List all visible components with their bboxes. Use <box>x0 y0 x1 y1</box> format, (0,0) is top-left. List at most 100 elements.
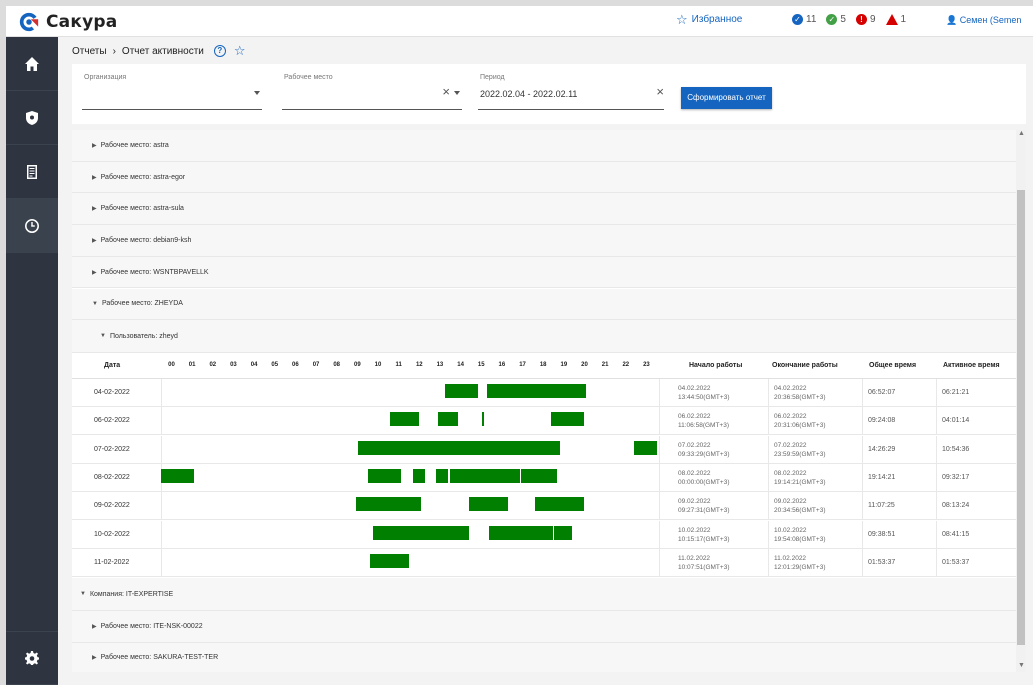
top-bar: Сакура ☆ Избранное ✓ 11 ✓ 5 ! 9 1 👤 Семе… <box>6 6 1033 37</box>
activity-bar[interactable] <box>450 468 521 483</box>
end-date: 04.02.2022 <box>774 385 807 392</box>
workstation-group-row[interactable]: ▼ Рабочее место: ZHEYDA <box>72 288 1016 321</box>
chevron-down-icon[interactable] <box>454 91 460 95</box>
end-date: 07.02.2022 <box>774 441 807 449</box>
help-icon[interactable]: ? <box>213 45 226 57</box>
start-date: 04.02.2022 <box>678 385 711 392</box>
sidebar-item-settings[interactable] <box>6 631 58 685</box>
column-divider <box>936 520 937 549</box>
workstation-group-row[interactable]: ▶ Рабочее место: debian9-ksh <box>72 225 1016 257</box>
activity-bar[interactable] <box>482 412 484 427</box>
app-name: Сакура <box>46 12 118 32</box>
activity-bar[interactable] <box>437 412 459 427</box>
column-divider <box>768 407 769 436</box>
workstation-select[interactable]: Рабочее место × <box>282 74 462 110</box>
user-group-row[interactable]: ▼ Пользователь: zheyd <box>72 320 1016 353</box>
favorites-link[interactable]: ☆ Избранное <box>676 13 742 26</box>
scroll-down-icon[interactable]: ▼ <box>1018 662 1025 669</box>
column-divider <box>936 407 937 436</box>
hour-header: 09 <box>354 362 361 368</box>
activity-bar[interactable] <box>487 384 587 398</box>
report-content: ▶ Рабочее место: astra ▶ Рабочее место: ast… <box>72 130 1026 672</box>
company-group-row[interactable]: ▼ Компания: IT-EXPERTISE <box>72 578 1016 611</box>
workstation-group-row[interactable]: ▶ Рабочее место: SAKURA-TEST-TER <box>72 642 1016 672</box>
end-time: 19:14:21(GMT+3) <box>774 478 826 486</box>
header-date: Дата <box>104 362 121 369</box>
activity-bar[interactable] <box>161 468 195 483</box>
column-divider <box>936 492 937 521</box>
activity-bar[interactable] <box>356 497 422 512</box>
column-divider <box>862 379 863 407</box>
column-divider <box>862 435 863 464</box>
activity-bar[interactable] <box>534 497 585 512</box>
period-input[interactable]: Период 2022.02.04 - 2022.02.11 × <box>478 74 664 110</box>
counter-red[interactable]: ! 9 <box>855 14 876 25</box>
workstation-group-row[interactable]: ▶ Рабочее место: ITE-NSK-00022 <box>72 611 1016 643</box>
user-menu[interactable]: 👤 Семен (Semen <box>946 15 1021 26</box>
activity-bar[interactable] <box>390 412 420 427</box>
workstation-group-row[interactable]: ▶ Рабочее место: WSNTBPAVELLK <box>72 256 1016 289</box>
logo[interactable]: Сакура <box>18 10 117 34</box>
sidebar-item-activity[interactable] <box>6 199 58 253</box>
clear-icon[interactable]: × <box>442 84 450 99</box>
counter-green[interactable]: ✓ 5 <box>826 14 846 25</box>
activity-bar[interactable] <box>521 468 558 483</box>
end-time: 20:34:56(GMT+3) <box>774 507 826 515</box>
start-datetime: 09.02.2022 09:27:31(GMT+3) <box>678 497 729 515</box>
check-circle-icon: ✓ <box>826 14 838 25</box>
activity-bar[interactable] <box>468 497 508 512</box>
activity-bar[interactable] <box>372 525 469 540</box>
activity-bar[interactable] <box>633 440 657 455</box>
period-label: Период <box>480 74 505 81</box>
organization-label: Организация <box>84 74 127 81</box>
vertical-scrollbar[interactable]: ▲ ▼ <box>1016 130 1026 672</box>
clock-icon <box>25 218 40 233</box>
scroll-up-icon[interactable]: ▲ <box>1018 130 1025 137</box>
header-active: Активное время <box>943 362 1000 369</box>
clear-icon[interactable]: × <box>656 84 664 99</box>
generate-report-button[interactable]: Сформировать отчет <box>681 87 772 109</box>
organization-select[interactable]: Организация <box>82 74 262 110</box>
hour-header: 21 <box>601 362 609 368</box>
row-date: 11-02-2022 <box>94 558 130 566</box>
sidebar-item-security[interactable] <box>6 91 58 145</box>
end-datetime: 09.02.2022 20:34:56(GMT+3) <box>774 497 825 515</box>
caret-right-icon: ▶ <box>92 623 97 630</box>
end-date: 10.02.2022 <box>774 526 807 534</box>
active-time: 04:01:14 <box>942 417 970 425</box>
active-time: 01:53:37 <box>942 558 970 566</box>
column-divider <box>768 379 769 407</box>
activity-bar[interactable] <box>489 525 554 540</box>
hour-header: 05 <box>271 362 279 368</box>
activity-bar[interactable] <box>370 553 410 568</box>
workstation-group-row[interactable]: ▶ Рабочее место: astra-egor <box>72 161 1016 194</box>
counter-blue[interactable]: ✓ 11 <box>792 14 816 25</box>
start-datetime: 11.02.2022 10:07:51(GMT+3) <box>678 554 729 572</box>
total-time: 09:24:08 <box>868 417 896 425</box>
column-divider <box>936 463 937 492</box>
warning-triangle-icon <box>885 14 898 25</box>
activity-bar[interactable] <box>551 412 585 427</box>
activity-bar[interactable] <box>358 440 560 455</box>
chevron-down-icon[interactable] <box>254 91 260 95</box>
company-group-label: Компания: IT-EXPERTISE <box>89 590 174 598</box>
activity-bar[interactable] <box>435 468 449 483</box>
scrollbar-thumb[interactable] <box>1017 190 1025 645</box>
column-divider <box>862 520 863 549</box>
sidebar-item-documents[interactable] <box>6 145 58 199</box>
activity-bar[interactable] <box>367 468 401 483</box>
star-icon[interactable]: ☆ <box>234 43 246 59</box>
counter-value: 5 <box>840 14 846 25</box>
active-time: 09:32:17 <box>942 473 970 481</box>
activity-bar[interactable] <box>412 468 426 483</box>
activity-bar[interactable] <box>444 384 478 398</box>
breadcrumb-root[interactable]: Отчеты <box>72 46 107 57</box>
sidebar-item-home[interactable] <box>6 37 58 91</box>
column-divider <box>862 548 863 577</box>
column-divider <box>658 520 660 549</box>
workstation-group-row[interactable]: ▶ Рабочее место: astra-sula <box>72 193 1016 226</box>
activity-bar[interactable] <box>554 525 572 540</box>
counter-warning[interactable]: 1 <box>885 14 906 25</box>
workstation-group-row[interactable]: ▶ Рабочее место: astra <box>72 130 1016 162</box>
column-divider <box>161 520 162 549</box>
